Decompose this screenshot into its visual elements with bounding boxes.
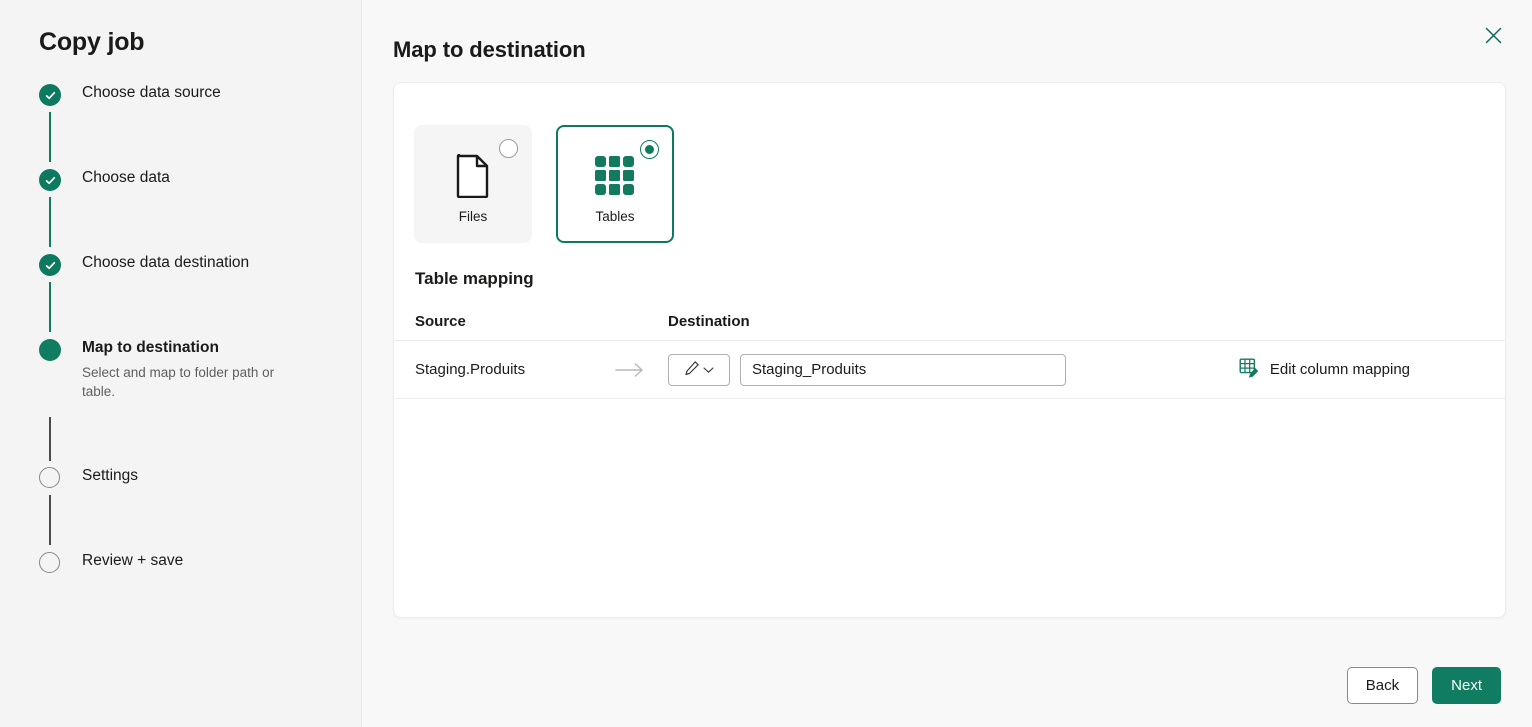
chevron-down-icon [703,362,714,377]
sidebar-step-label: Choose data source [82,84,221,101]
option-card-label: Tables [595,208,635,224]
close-icon [1484,26,1503,48]
destination-type-options: Files Tables [414,125,674,243]
mapping-mode-dropdown[interactable] [668,353,730,386]
sidebar-title: Copy job [39,28,145,56]
edit-column-mapping-label: Edit column mapping [1269,361,1410,378]
step-connector [49,282,51,332]
step-body: Map to destination Select and map to fol… [82,337,307,401]
empty-circle-icon [39,552,60,573]
step-body: Choose data destination [82,252,249,274]
sidebar-step-review-save[interactable]: Review + save [39,550,339,590]
next-button[interactable]: Next [1432,667,1501,704]
current-step-dot-icon [39,339,61,361]
back-button[interactable]: Back [1346,667,1419,704]
step-marker-todo [39,467,61,545]
wizard-footer: Back Next [1346,667,1501,704]
sidebar-step-choose-data[interactable]: Choose data [39,167,339,252]
radio-files[interactable] [499,139,518,158]
sidebar-step-label: Choose data [82,169,170,186]
step-body: Settings [82,465,138,487]
step-connector [49,417,51,461]
column-header-source: Source [415,313,466,330]
option-card-files[interactable]: Files [414,125,532,243]
table-mapping-title: Table mapping [415,269,534,288]
step-marker-done [39,254,61,332]
close-button[interactable] [1476,20,1510,54]
step-connector [49,495,51,545]
step-connector [49,112,51,162]
arrow-right-icon [615,362,668,378]
check-circle-icon [39,84,61,106]
wizard-sidebar: Copy job Choose data source Choose data … [0,0,362,727]
sidebar-step-choose-data-source[interactable]: Choose data source [39,82,339,167]
empty-circle-icon [39,467,60,488]
sidebar-step-choose-data-destination[interactable]: Choose data destination [39,252,339,337]
main-content: Map to destination Files Tables Table ma… [362,0,1532,727]
step-body: Choose data source [82,82,221,104]
page-title: Map to destination [393,36,586,62]
table-mapping-table: Source Destination Staging.Produits Stag… [394,303,1505,399]
mapping-panel: Files Tables Table mapping Source Destin… [393,82,1506,618]
column-header-destination: Destination [668,313,750,330]
destination-table-input[interactable] [740,353,1066,386]
step-marker-done [39,169,61,247]
table-row: Staging.Produits Staging_Produits Edit c… [394,341,1505,399]
edit-column-mapping-button[interactable]: Edit column mapping [1231,351,1418,388]
check-circle-icon [39,169,61,191]
document-icon [455,153,491,199]
step-marker-current [39,339,61,461]
check-circle-icon [39,254,61,276]
radio-tables[interactable] [640,140,659,159]
step-marker-done [39,84,61,162]
step-connector [49,197,51,247]
table-grid-icon [594,153,636,199]
table-edit-icon [1239,357,1260,382]
sidebar-step-label: Settings [82,467,139,484]
table-header-row: Source Destination [394,303,1505,341]
pencil-icon [684,360,700,379]
sidebar-step-settings[interactable]: Settings [39,465,339,550]
sidebar-step-label: Review + save [82,552,184,569]
option-card-tables[interactable]: Tables [556,125,674,243]
copy-job-wizard: Copy job Choose data source Choose data … [0,0,1532,727]
sidebar-step-label: Choose data destination [82,254,250,271]
wizard-step-list: Choose data source Choose data Choose da… [39,82,339,590]
step-body: Review + save [82,550,183,572]
sidebar-step-label: Map to destination [82,339,219,356]
option-card-label: Files [458,208,488,224]
sidebar-step-description: Select and map to folder path or table. [82,365,275,399]
step-marker-todo [39,552,61,574]
destination-cell: Edit column mapping [668,351,1484,388]
source-table-name: Staging.Produits [415,361,526,378]
step-body: Choose data [82,167,170,189]
sidebar-step-map-to-destination[interactable]: Map to destination Select and map to fol… [39,337,339,465]
